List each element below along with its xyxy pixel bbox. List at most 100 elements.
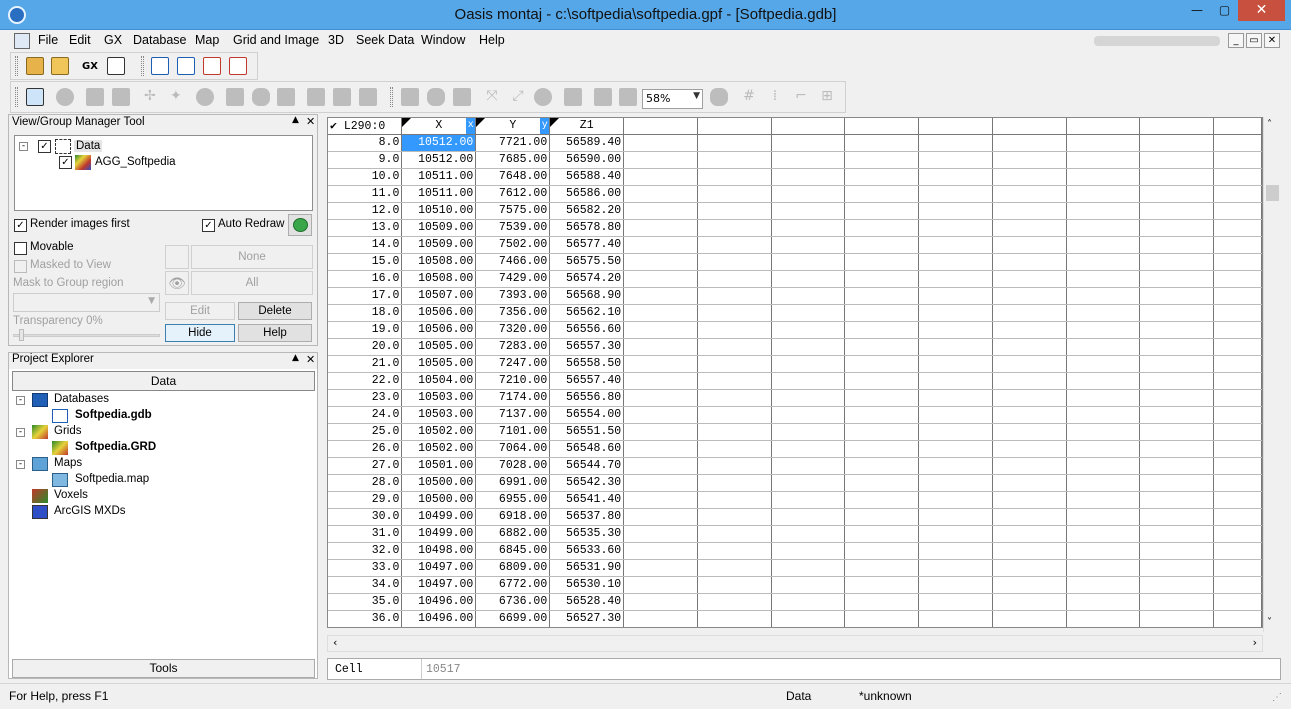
- empty-cell[interactable]: [697, 440, 772, 458]
- empty-cell[interactable]: [771, 321, 846, 339]
- empty-cell[interactable]: [918, 559, 993, 577]
- full-extent-icon[interactable]: ⤢: [509, 88, 527, 106]
- empty-cell[interactable]: [697, 372, 772, 390]
- x-cell[interactable]: 10501.00: [401, 457, 477, 475]
- empty-cell[interactable]: [1213, 372, 1262, 390]
- menu-file[interactable]: File: [38, 33, 58, 47]
- empty-column-header[interactable]: [771, 118, 846, 135]
- empty-cell[interactable]: [918, 593, 993, 611]
- x-cell[interactable]: 10496.00: [401, 610, 477, 627]
- delete-button[interactable]: Delete: [238, 302, 312, 320]
- y-cell[interactable]: 6955.00: [475, 491, 551, 509]
- empty-cell[interactable]: [844, 304, 920, 322]
- toolbar-grip[interactable]: [15, 87, 18, 107]
- empty-cell[interactable]: [623, 151, 698, 169]
- empty-cell[interactable]: [992, 440, 1067, 458]
- empty-cell[interactable]: [771, 491, 846, 509]
- empty-cell[interactable]: [1066, 474, 1141, 492]
- y-cell[interactable]: 6699.00: [475, 610, 551, 627]
- row-index-cell[interactable]: 13.0: [328, 219, 403, 237]
- x-cell[interactable]: 10502.00: [401, 423, 477, 441]
- horizontal-scrollbar[interactable]: ‹ ›: [327, 635, 1263, 652]
- empty-cell[interactable]: [1213, 440, 1262, 458]
- empty-cell[interactable]: [1066, 542, 1141, 560]
- y-cell[interactable]: 7174.00: [475, 389, 551, 407]
- resize-icon[interactable]: [112, 88, 130, 106]
- menu-seek-data[interactable]: Seek Data: [356, 33, 414, 47]
- empty-cell[interactable]: [697, 202, 772, 220]
- empty-cell[interactable]: [1139, 253, 1215, 271]
- y-cell[interactable]: 7612.00: [475, 185, 551, 203]
- empty-cell[interactable]: [623, 389, 698, 407]
- x-cell[interactable]: 10508.00: [401, 253, 477, 271]
- y-cell[interactable]: 7028.00: [475, 457, 551, 475]
- toolbar-grip[interactable]: [390, 87, 393, 107]
- empty-cell[interactable]: [1066, 287, 1141, 305]
- zoom-select[interactable]: 58% ▼: [642, 89, 703, 109]
- y-cell[interactable]: 7247.00: [475, 355, 551, 373]
- empty-cell[interactable]: [1213, 134, 1262, 152]
- empty-cell[interactable]: [844, 559, 920, 577]
- empty-cell[interactable]: [1139, 134, 1215, 152]
- empty-cell[interactable]: [918, 542, 993, 560]
- empty-cell[interactable]: [771, 168, 846, 186]
- empty-cell[interactable]: [1066, 610, 1141, 627]
- z1-cell[interactable]: 56542.30: [549, 474, 625, 492]
- y-cell[interactable]: 7101.00: [475, 423, 551, 441]
- empty-cell[interactable]: [992, 287, 1067, 305]
- x-cell[interactable]: 10498.00: [401, 542, 477, 560]
- empty-cell[interactable]: [1139, 219, 1215, 237]
- empty-cell[interactable]: [1213, 457, 1262, 475]
- empty-cell[interactable]: [918, 372, 993, 390]
- empty-cell[interactable]: [992, 423, 1067, 441]
- row-index-cell[interactable]: 31.0: [328, 525, 403, 543]
- ruler-icon[interactable]: ⌐: [792, 88, 810, 106]
- next-view-icon[interactable]: [619, 88, 637, 106]
- empty-cell[interactable]: [697, 287, 772, 305]
- empty-cell[interactable]: [1213, 338, 1262, 356]
- menu-help[interactable]: Help: [479, 33, 505, 47]
- empty-cell[interactable]: [992, 134, 1067, 152]
- z1-cell[interactable]: 56556.60: [549, 321, 625, 339]
- align-left-icon[interactable]: [307, 88, 325, 106]
- empty-cell[interactable]: [771, 151, 846, 169]
- grid-lines-icon[interactable]: #: [740, 88, 758, 106]
- empty-cell[interactable]: [844, 474, 920, 492]
- empty-cell[interactable]: [992, 168, 1067, 186]
- scroll-left-icon[interactable]: ‹: [333, 636, 337, 649]
- empty-cell[interactable]: [771, 185, 846, 203]
- row-index-cell[interactable]: 9.0: [328, 151, 403, 169]
- notepad-icon[interactable]: [107, 57, 125, 75]
- empty-cell[interactable]: [1139, 304, 1215, 322]
- tree-item-agg[interactable]: AGG_Softpedia: [95, 156, 176, 168]
- empty-cell[interactable]: [697, 542, 772, 560]
- empty-cell[interactable]: [1213, 559, 1262, 577]
- empty-cell[interactable]: [992, 576, 1067, 594]
- z1-cell[interactable]: 56574.20: [549, 270, 625, 288]
- empty-cell[interactable]: [918, 610, 993, 627]
- empty-cell[interactable]: [844, 423, 920, 441]
- y-cell[interactable]: 7064.00: [475, 440, 551, 458]
- empty-cell[interactable]: [697, 610, 772, 627]
- empty-cell[interactable]: [771, 406, 846, 424]
- tab-tools[interactable]: Tools: [12, 659, 315, 678]
- empty-cell[interactable]: [771, 236, 846, 254]
- empty-cell[interactable]: [1139, 559, 1215, 577]
- empty-cell[interactable]: [1139, 236, 1215, 254]
- empty-cell[interactable]: [697, 151, 772, 169]
- scroll-down-icon[interactable]: ˅: [1267, 617, 1272, 628]
- y-cell[interactable]: 7283.00: [475, 338, 551, 356]
- z1-cell[interactable]: 56568.90: [549, 287, 625, 305]
- empty-column-header[interactable]: [697, 118, 772, 135]
- row-index-cell[interactable]: 26.0: [328, 440, 403, 458]
- empty-cell[interactable]: [1213, 593, 1262, 611]
- empty-cell[interactable]: [844, 440, 920, 458]
- empty-cell[interactable]: [1213, 168, 1262, 186]
- empty-cell[interactable]: [623, 338, 698, 356]
- view-data-checkbox[interactable]: ✓: [38, 140, 51, 153]
- empty-cell[interactable]: [844, 355, 920, 373]
- empty-cell[interactable]: [992, 270, 1067, 288]
- tree-item-databases[interactable]: Databases: [54, 393, 109, 405]
- empty-cell[interactable]: [992, 236, 1067, 254]
- x-cell[interactable]: 10509.00: [401, 219, 477, 237]
